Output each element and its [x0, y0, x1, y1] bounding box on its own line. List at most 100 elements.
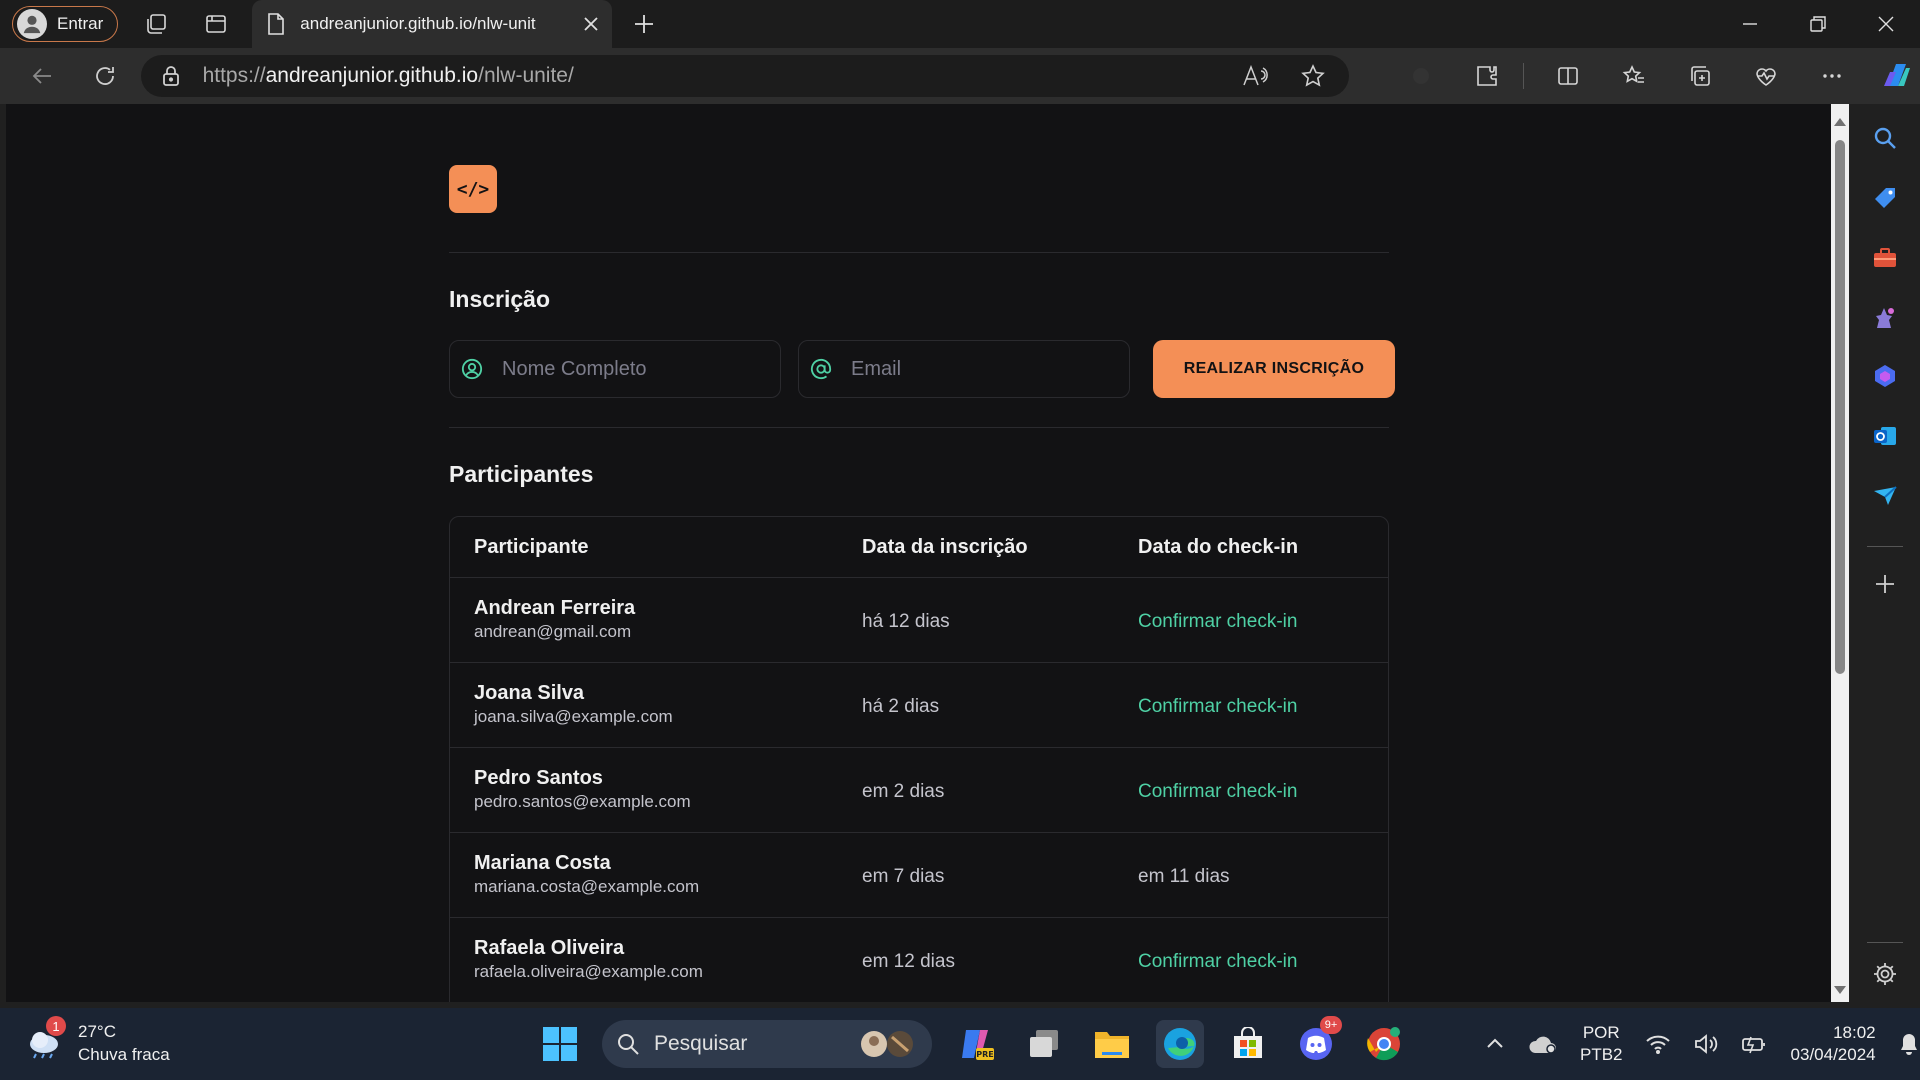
participant-email: joana.silva@example.com	[474, 707, 673, 726]
search-highlight-icon	[858, 1027, 918, 1061]
volume-icon[interactable]	[1689, 1027, 1723, 1061]
new-tab-icon[interactable]	[624, 4, 664, 44]
collections-icon[interactable]	[1678, 54, 1722, 98]
extensions-icon[interactable]	[1465, 54, 1509, 98]
refresh-icon[interactable]	[83, 54, 126, 98]
confirm-checkin-link[interactable]: Confirmar check-in	[1138, 611, 1297, 633]
battery-icon[interactable]	[1737, 1027, 1771, 1061]
scrollbar-thumb[interactable]	[1835, 140, 1845, 674]
workspaces-icon[interactable]	[134, 4, 178, 44]
onedrive-cloud-icon[interactable]	[1526, 1027, 1560, 1061]
taskbar-apps: Pesquisar PRE 9+	[538, 1016, 1408, 1068]
lock-icon[interactable]	[157, 65, 185, 87]
header-divider	[449, 252, 1389, 253]
confirm-checkin-link[interactable]: Confirmar check-in	[1138, 951, 1297, 973]
chevron-up-icon[interactable]	[1478, 1027, 1512, 1061]
sidebar-games-icon[interactable]	[1869, 302, 1901, 334]
tab-actions-icon[interactable]	[194, 4, 238, 44]
participant-email: rafaela.oliveira@example.com	[474, 962, 703, 981]
sidebar-search-icon[interactable]	[1869, 122, 1901, 154]
weather-widget[interactable]: 1 27°C Chuva fraca	[26, 1016, 170, 1066]
copilot-icon[interactable]	[1876, 54, 1920, 98]
clock-time: 18:02	[1833, 1023, 1876, 1042]
name-input[interactable]	[502, 357, 772, 381]
url-text[interactable]: https://andreanjunior.github.io/nlw-unit…	[203, 64, 1217, 88]
close-tab-icon[interactable]	[584, 17, 598, 31]
more-options-icon[interactable]	[1810, 54, 1854, 98]
file-explorer-icon[interactable]	[1088, 1020, 1136, 1068]
rain-cloud-icon: 1	[26, 1016, 66, 1060]
task-view-icon[interactable]	[1020, 1020, 1068, 1068]
system-tray: POR PTB2 18:02 03/04/2024	[1478, 1022, 1920, 1066]
registration-date: em 7 dias	[862, 866, 945, 887]
page-scrollbar[interactable]	[1831, 104, 1849, 1002]
form-divider	[449, 427, 1389, 428]
clock-date: 03/04/2024	[1790, 1045, 1876, 1064]
discord-badge: 9+	[1320, 1016, 1342, 1034]
submit-registration-button[interactable]: REALIZAR INSCRIÇÃO	[1153, 340, 1395, 398]
sidebar-separator	[1867, 942, 1903, 943]
windows-taskbar: 1 27°C Chuva fraca Pesquisar PRE 9+ POR …	[0, 1008, 1920, 1080]
sidebar-shopping-icon[interactable]	[1869, 182, 1901, 214]
notification-bell-icon[interactable]	[1894, 1029, 1920, 1059]
header-participant: Participante	[474, 536, 589, 558]
favorites-icon[interactable]	[1612, 54, 1656, 98]
site-logo: </>	[449, 165, 497, 213]
sidebar-settings-icon[interactable]	[1869, 958, 1901, 990]
url-path: /nlw-unite/	[478, 64, 574, 87]
email-field[interactable]	[798, 340, 1130, 398]
scroll-up-arrow-icon[interactable]	[1834, 118, 1846, 126]
weather-badge: 1	[46, 1016, 66, 1036]
favorite-star-icon[interactable]	[1293, 64, 1333, 88]
sidebar-separator	[1867, 546, 1903, 547]
table-row: Mariana Costa mariana.costa@example.com …	[450, 833, 1388, 918]
confirm-checkin-link[interactable]: Confirmar check-in	[1138, 696, 1297, 718]
tab-active[interactable]: andreanjunior.github.io/nlw-unit	[252, 0, 613, 48]
taskbar-search[interactable]: Pesquisar	[602, 1020, 932, 1068]
registration-date: em 2 dias	[862, 781, 945, 802]
url-scheme: https://	[202, 64, 266, 87]
browser-essentials-icon[interactable]	[1744, 54, 1788, 98]
participant-name: Pedro Santos	[474, 767, 603, 789]
sidebar-outlook-icon[interactable]	[1869, 420, 1901, 452]
restore-icon[interactable]	[1784, 0, 1852, 48]
weather-description: Chuva fraca	[78, 1045, 170, 1064]
sidebar-add-icon[interactable]	[1869, 568, 1901, 600]
url-host: andreanjunior.github.io	[265, 64, 479, 87]
windows-start-icon[interactable]	[538, 1022, 582, 1066]
scroll-down-arrow-icon[interactable]	[1834, 986, 1846, 994]
edge-browser-icon[interactable]	[1156, 1020, 1204, 1068]
browser-toolbar: https://andreanjunior.github.io/nlw-unit…	[0, 48, 1920, 104]
email-input[interactable]	[851, 357, 1121, 381]
address-bar[interactable]: https://andreanjunior.github.io/nlw-unit…	[140, 55, 1349, 97]
copilot-pre-icon[interactable]: PRE	[952, 1020, 1000, 1068]
search-label: Pesquisar	[654, 1032, 748, 1055]
split-screen-icon[interactable]	[1546, 54, 1590, 98]
participants-table: Participante Data da inscrição Data do c…	[449, 516, 1389, 1002]
name-field[interactable]	[449, 340, 781, 398]
discord-icon[interactable]: 9+	[1292, 1016, 1342, 1068]
sidebar-copilot-app-icon[interactable]	[1869, 360, 1901, 392]
profile-button[interactable]: Entrar	[12, 6, 119, 42]
sidebar-drop-icon[interactable]	[1869, 480, 1901, 512]
table-row: Pedro Santos pedro.santos@example.com em…	[450, 748, 1388, 833]
microsoft-store-icon[interactable]	[1224, 1020, 1272, 1068]
language-indicator[interactable]: POR PTB2	[1580, 1022, 1623, 1066]
clock[interactable]: 18:02 03/04/2024	[1791, 1022, 1876, 1066]
minimize-icon[interactable]	[1716, 0, 1784, 48]
back-icon[interactable]	[20, 54, 63, 98]
at-sign-icon	[809, 357, 833, 381]
tracking-icon[interactable]	[1399, 54, 1443, 98]
edge-sidebar	[1849, 104, 1920, 1002]
confirm-checkin-link[interactable]: Confirmar check-in	[1138, 781, 1297, 803]
registration-date: há 2 dias	[862, 696, 940, 717]
participant-name: Mariana Costa	[474, 852, 611, 874]
header-checkin-date: Data do check-in	[1138, 536, 1299, 558]
wifi-icon[interactable]	[1641, 1027, 1675, 1061]
participant-name: Joana Silva	[474, 682, 585, 704]
read-aloud-icon[interactable]	[1235, 65, 1275, 87]
sidebar-tools-icon[interactable]	[1869, 242, 1901, 274]
close-window-icon[interactable]	[1852, 0, 1920, 48]
chrome-icon[interactable]	[1360, 1020, 1408, 1068]
participant-name: Rafaela Oliveira	[474, 937, 625, 959]
